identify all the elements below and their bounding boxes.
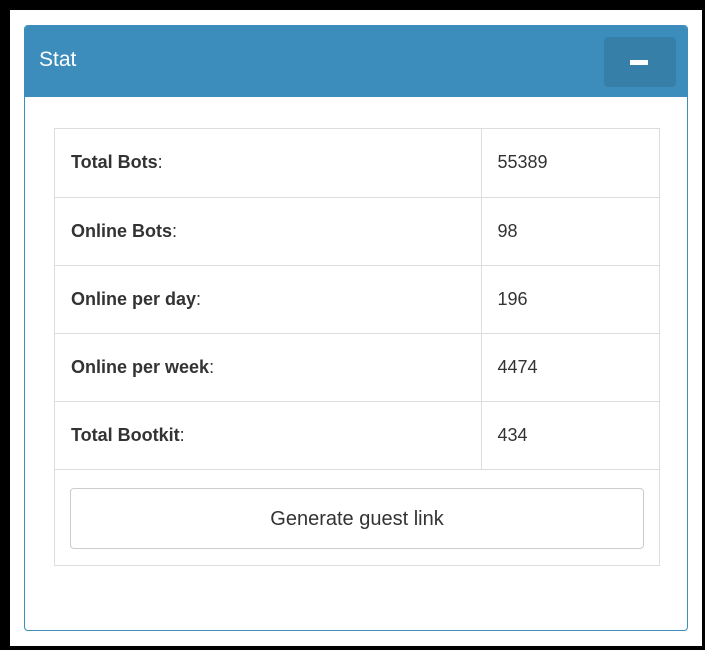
stat-label-cell: Total Bots: xyxy=(55,129,482,198)
stat-value: 98 xyxy=(481,197,659,266)
panel-header: Stat xyxy=(25,26,687,97)
table-row: Online per day: 196 xyxy=(55,265,659,334)
stat-panel: Stat Total Bots: 55389 Online Bots: 98 O… xyxy=(24,25,688,631)
stat-colon: : xyxy=(196,288,202,309)
panel-title: Stat xyxy=(39,48,77,71)
stat-label: Online per day xyxy=(71,288,197,309)
stat-value: 4474 xyxy=(481,333,659,402)
collapse-button[interactable] xyxy=(604,37,676,87)
stat-label-cell: Online per week: xyxy=(55,333,482,402)
stat-colon: : xyxy=(172,220,178,241)
stat-value: 196 xyxy=(481,265,659,334)
stat-colon: : xyxy=(179,424,185,445)
stat-label-cell: Online Bots: xyxy=(55,197,482,266)
stat-colon: : xyxy=(157,152,163,173)
stat-label: Total Bootkit xyxy=(71,424,180,445)
generate-guest-link-button[interactable]: Generate guest link xyxy=(70,488,644,549)
table-row: Total Bootkit: 434 xyxy=(55,401,659,470)
stat-label-cell: Online per day: xyxy=(55,265,482,334)
stat-value: 434 xyxy=(481,401,659,470)
stats-container: Total Bots: 55389 Online Bots: 98 Online… xyxy=(54,128,660,566)
stat-label: Total Bots xyxy=(71,152,158,173)
stat-colon: : xyxy=(209,356,215,377)
screen-frame: Stat Total Bots: 55389 Online Bots: 98 O… xyxy=(10,10,702,646)
table-row: Total Bots: 55389 xyxy=(55,129,659,198)
stat-label: Online Bots xyxy=(71,220,173,241)
stat-label-cell: Total Bootkit: xyxy=(55,401,482,470)
table-row: Online per week: 4474 xyxy=(55,333,659,402)
stat-label: Online per week xyxy=(71,356,210,377)
stats-table: Total Bots: 55389 Online Bots: 98 Online… xyxy=(55,129,659,470)
minus-icon xyxy=(630,60,648,65)
stat-value: 55389 xyxy=(481,129,659,198)
table-row: Online Bots: 98 xyxy=(55,197,659,266)
